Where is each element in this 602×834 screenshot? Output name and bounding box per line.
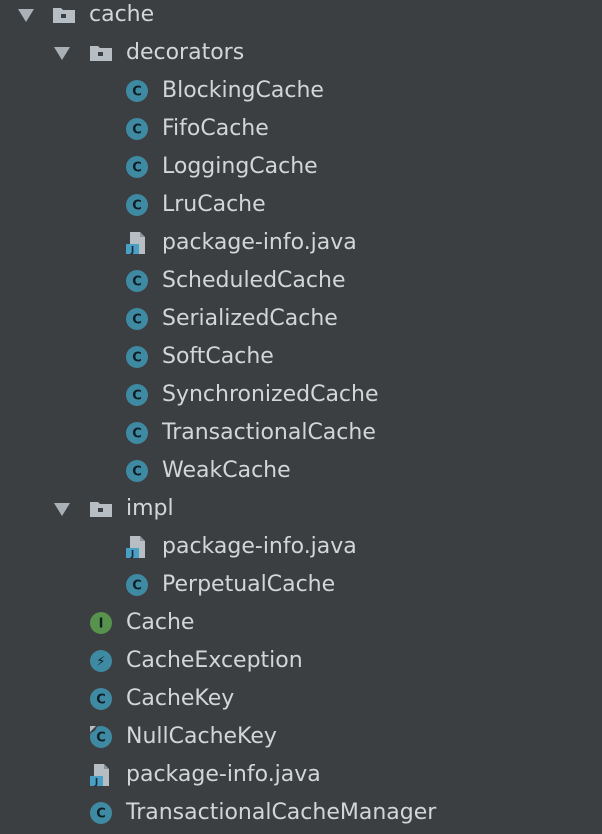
svg-text:C: C	[96, 807, 106, 822]
expand-chevron-icon[interactable]	[18, 9, 34, 22]
java-file-icon: J	[89, 763, 113, 787]
tree-item-label: BlockingCache	[162, 78, 324, 103]
svg-text:C: C	[132, 351, 142, 366]
tree-item-label: TransactionalCache	[162, 420, 376, 445]
project-tree: cache decorators C BlockingCache C FifoCache C…	[0, 0, 602, 834]
tree-item-label: WeakCache	[162, 458, 291, 483]
tree-item-label: LruCache	[162, 192, 266, 217]
svg-text:⚡: ⚡	[96, 655, 105, 670]
svg-text:I: I	[99, 617, 104, 632]
tree-item-label: LoggingCache	[162, 154, 318, 179]
svg-text:J: J	[130, 246, 134, 256]
class-icon: C	[125, 573, 149, 597]
tree-file-row[interactable]: C SoftCache	[0, 338, 602, 376]
tree-file-row[interactable]: C NullCacheKey	[0, 718, 602, 756]
class-icon: C	[125, 421, 149, 445]
tree-item-label: CacheKey	[126, 686, 235, 711]
svg-text:C: C	[132, 389, 142, 404]
tree-item-label: SynchronizedCache	[162, 382, 379, 407]
tree-file-row[interactable]: Jpackage-info.java	[0, 528, 602, 566]
tree-folder-row[interactable]: impl	[0, 490, 602, 528]
svg-text:C: C	[132, 85, 142, 100]
class-icon: C	[125, 345, 149, 369]
tree-item-label: cache	[89, 2, 155, 27]
tree-file-row[interactable]: C BlockingCache	[0, 72, 602, 110]
tree-item-label: SoftCache	[162, 344, 274, 369]
tree-file-row[interactable]: C WeakCache	[0, 452, 602, 490]
class-icon: C	[89, 687, 113, 711]
svg-text:C: C	[132, 161, 142, 176]
svg-text:C: C	[96, 693, 106, 708]
tree-item-label: package-info.java	[162, 534, 357, 559]
class-icon: C	[125, 269, 149, 293]
tree-file-row[interactable]: C SynchronizedCache	[0, 376, 602, 414]
tree-file-row[interactable]: C TransactionalCacheManager	[0, 794, 602, 832]
java-file-icon: J	[125, 535, 149, 559]
package-folder-icon	[89, 41, 113, 65]
tree-file-row[interactable]: C FifoCache	[0, 110, 602, 148]
class-icon: C	[89, 801, 113, 825]
tree-file-row[interactable]: C PerpetualCache	[0, 566, 602, 604]
svg-text:J: J	[130, 550, 134, 560]
class-icon: C	[125, 307, 149, 331]
tree-folder-row[interactable]: cache	[0, 0, 602, 34]
tree-file-row[interactable]: I Cache	[0, 604, 602, 642]
tree-file-row[interactable]: C LoggingCache	[0, 148, 602, 186]
svg-text:C: C	[132, 465, 142, 480]
tree-file-row[interactable]: C SerializedCache	[0, 300, 602, 338]
tree-item-label: package-info.java	[162, 230, 357, 255]
tree-file-row[interactable]: Jpackage-info.java	[0, 224, 602, 262]
interface-icon: I	[89, 611, 113, 635]
package-folder-icon	[52, 3, 76, 27]
exception-icon: ⚡	[89, 649, 113, 673]
svg-text:C: C	[132, 313, 142, 328]
tree-item-label: Cache	[126, 610, 195, 635]
class-icon: C	[125, 193, 149, 217]
expand-chevron-icon[interactable]	[54, 503, 70, 516]
class-icon: C	[125, 459, 149, 483]
svg-text:C: C	[132, 123, 142, 138]
svg-text:C: C	[96, 731, 106, 746]
svg-text:J: J	[94, 778, 98, 788]
tree-file-row[interactable]: C CacheKey	[0, 680, 602, 718]
class-icon: C	[125, 155, 149, 179]
tree-item-label: decorators	[126, 40, 245, 65]
svg-text:C: C	[132, 275, 142, 290]
tree-item-label: impl	[126, 496, 174, 521]
tree-item-label: SerializedCache	[162, 306, 338, 331]
package-folder-icon	[89, 497, 113, 521]
class-icon: C	[125, 79, 149, 103]
svg-text:C: C	[132, 199, 142, 214]
class-icon: C	[125, 117, 149, 141]
tree-item-label: TransactionalCacheManager	[126, 800, 437, 825]
tree-item-label: PerpetualCache	[162, 572, 336, 597]
class-final-icon: C	[89, 725, 113, 749]
tree-item-label: FifoCache	[162, 116, 269, 141]
expand-chevron-icon[interactable]	[54, 47, 70, 60]
tree-item-label: package-info.java	[126, 762, 321, 787]
tree-folder-row[interactable]: decorators	[0, 34, 602, 72]
tree-file-row[interactable]: ⚡ CacheException	[0, 642, 602, 680]
tree-file-row[interactable]: Jpackage-info.java	[0, 756, 602, 794]
tree-item-label: ScheduledCache	[162, 268, 346, 293]
java-file-icon: J	[125, 231, 149, 255]
tree-file-row[interactable]: C ScheduledCache	[0, 262, 602, 300]
tree-file-row[interactable]: C TransactionalCache	[0, 414, 602, 452]
svg-text:C: C	[132, 579, 142, 594]
class-icon: C	[125, 383, 149, 407]
tree-item-label: NullCacheKey	[126, 724, 277, 749]
svg-text:C: C	[132, 427, 142, 442]
tree-item-label: CacheException	[126, 648, 303, 673]
tree-file-row[interactable]: C LruCache	[0, 186, 602, 224]
